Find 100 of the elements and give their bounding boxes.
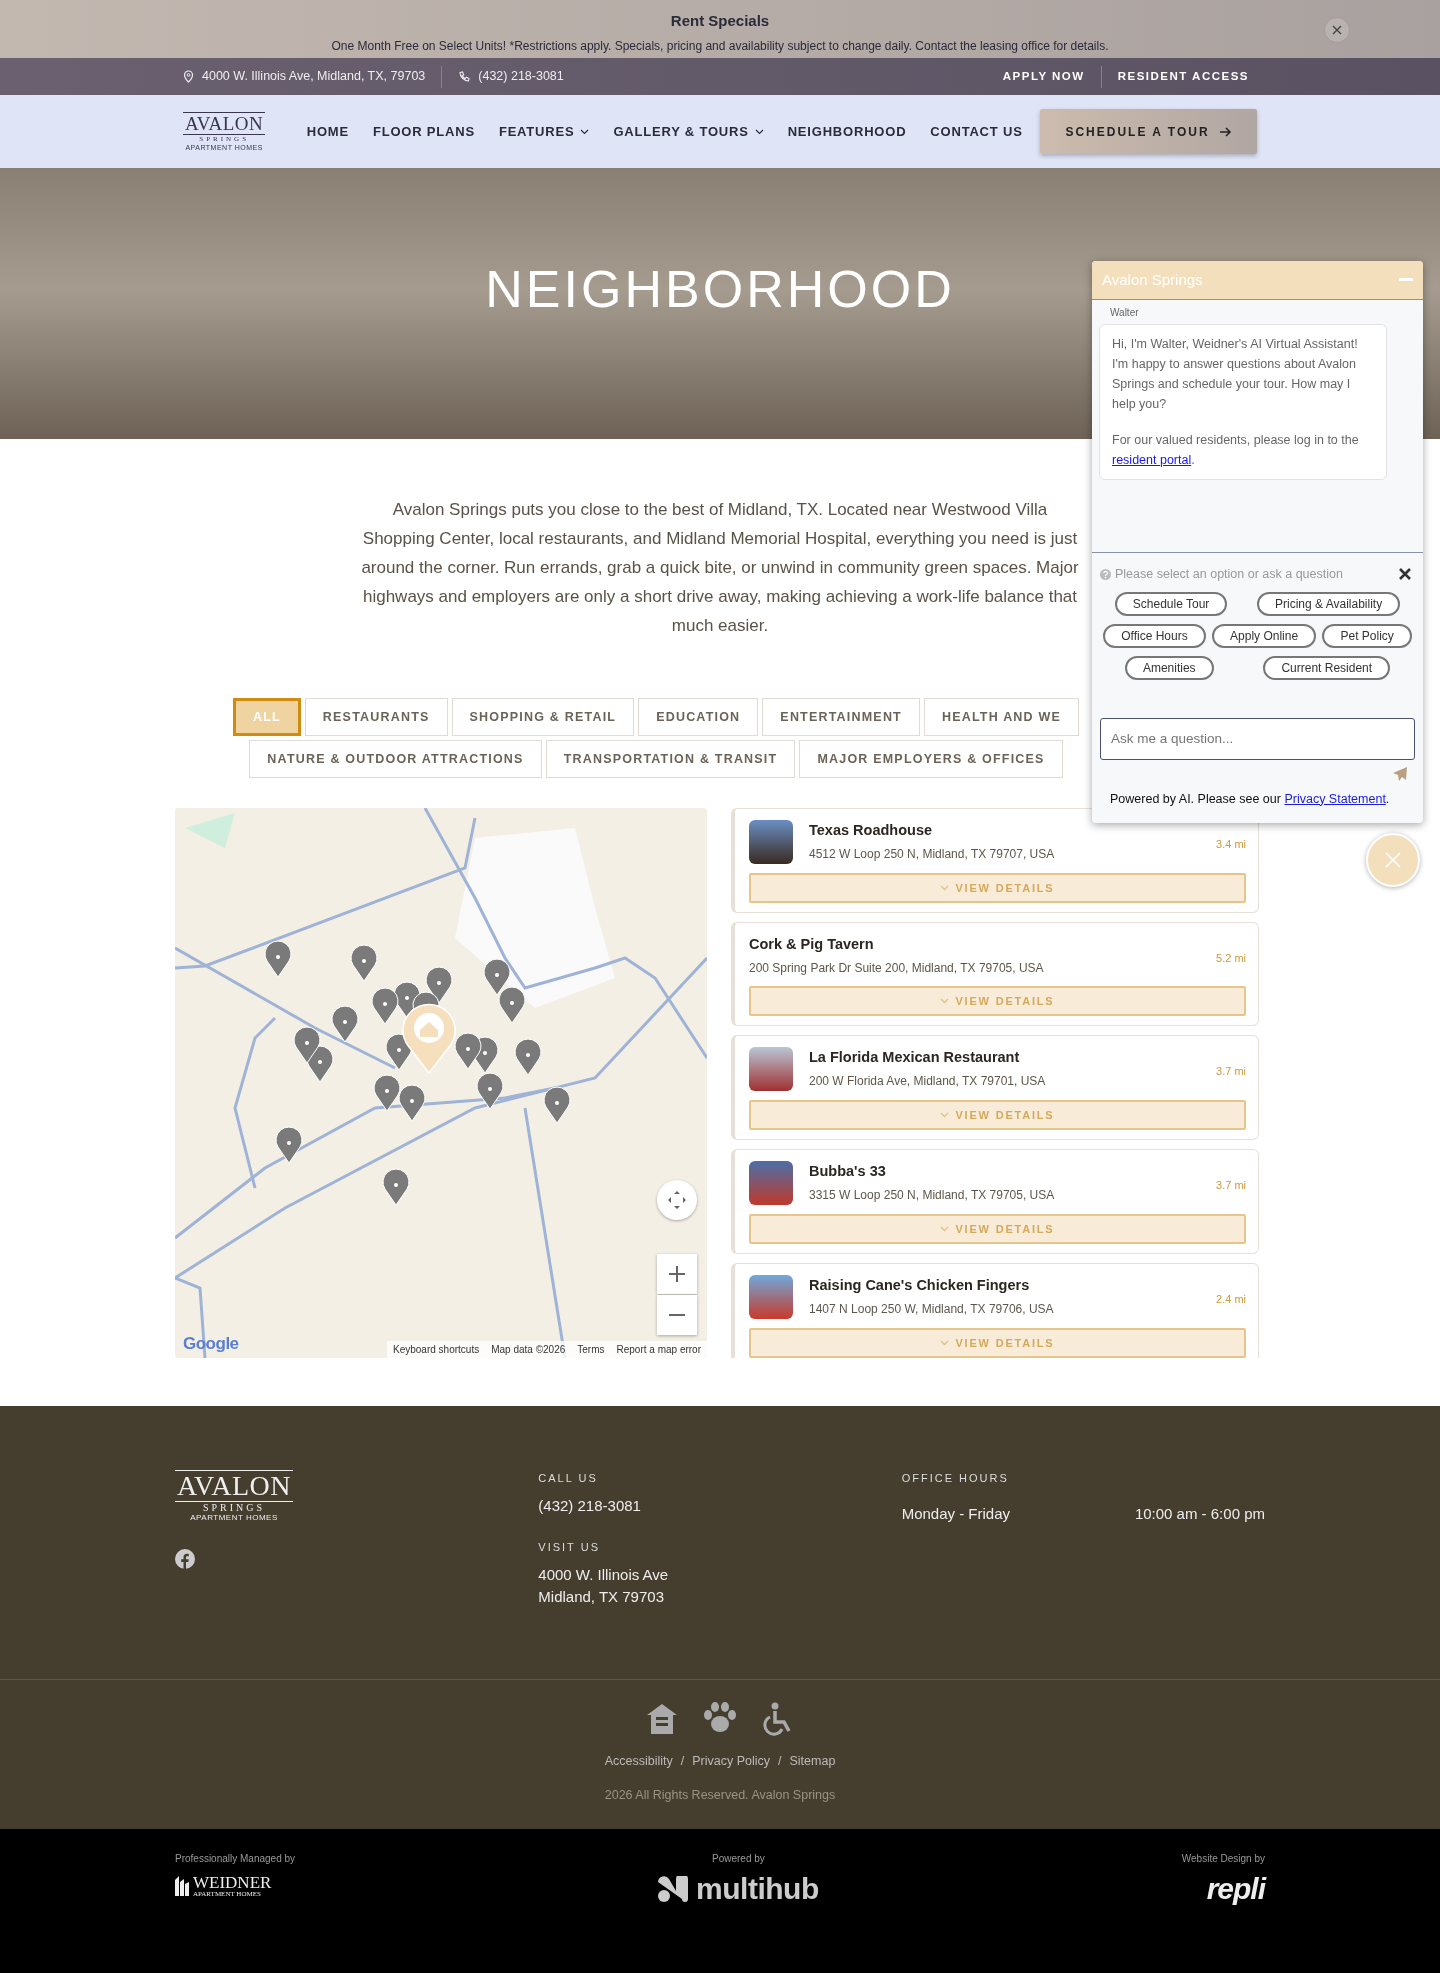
close-icon [1332,25,1342,35]
filter-tab[interactable]: TRANSPORTATION & TRANSIT [545,740,796,778]
distance-text: 5.2 mi [1216,951,1246,966]
prompt-text: Please select an option or ask a question [1115,566,1343,583]
plus-icon [669,1266,685,1282]
facebook-icon[interactable] [175,1548,195,1569]
filter-tab[interactable]: SHOPPING & RETAIL [451,698,635,736]
credit-label: Powered by [712,1852,765,1866]
place-name: Raising Cane's Chicken Fingers [809,1275,1031,1295]
map-attribution-link[interactable]: Terms [577,1342,605,1357]
location-pin-icon [183,70,194,83]
multihub-mark-icon [658,1876,689,1902]
phone-icon [458,70,471,83]
option-chip[interactable]: Pricing & Availability [1257,591,1401,616]
link-separator: / [778,1752,782,1770]
section-label: OFFICE HOURS [901,1471,1010,1486]
minimize-icon[interactable] [1399,278,1413,282]
message-text: For our valued residents, please log in to the resident portal. [1112,432,1360,469]
nav-link[interactable]: GALLERY & TOURS [613,121,764,142]
close-button[interactable] [1324,17,1350,43]
close-icon[interactable] [1399,568,1411,581]
credit-label: Professionally Managed by [175,1852,296,1866]
address-line: 4000 W. Illinois Ave [538,1564,670,1585]
map-attribution-link[interactable]: Map data ©2026 [491,1342,566,1357]
footer-link[interactable]: Privacy Policy [692,1751,770,1771]
map[interactable]: Google Keyboard shortcuts Map data ©2026 Terms Report a map error [175,808,707,1358]
credit-label: Website Design by [1181,1852,1265,1866]
map-attribution-link[interactable]: Keyboard shortcuts [393,1342,480,1357]
place-name: La Florida Mexican Restaurant [809,1047,1021,1067]
chevron-down-icon [940,885,950,891]
footer-link[interactable]: Sitemap [789,1751,836,1771]
arrow-right-icon [1219,126,1232,137]
place-address: 4512 W Loop 250 N, Midland, TX 79707, USA [809,845,1056,863]
chat-close-button[interactable] [1366,833,1420,887]
sender-name: Walter [1110,306,1140,320]
google-logo: Google [183,1332,239,1355]
distance-text: 3.7 mi [1216,1063,1246,1079]
phone-link[interactable]: (432) 218-3081 [538,1494,902,1517]
intro-paragraph: Avalon Springs puts you close to the best of Midland, TX. Located near Westwood Villa Shopping Center, local restaurants, and Midland Memorial Hospital, everything you need is just around the corner. Run errands, grab a quick bite, or unwind in community green spaces. Major highways and employers are only a short drive away, making achieving a work-life balance that much easier. [360,499,1080,637]
chat-disclaimer: Powered by AI. Please see our Privacy Statement. [1109,790,1391,808]
chevron-down-icon [754,128,764,135]
filter-tab[interactable]: RESTAURANTS [304,698,448,736]
top-link[interactable]: APPLY NOW [994,67,1093,86]
paw-icon [703,1701,737,1734]
option-chip[interactable]: Apply Online [1212,623,1317,648]
filter-tab[interactable]: MAJOR EMPLOYERS & OFFICES [799,740,1063,778]
chevron-down-icon [940,1339,950,1346]
chevron-down-icon [580,128,590,135]
logo[interactable]: AVALON SPRINGS APARTMENT HOMES [175,1470,293,1522]
chat-title: Avalon Springs [1102,269,1203,290]
section-label: CALL US [538,1471,599,1486]
nav-link[interactable]: NEIGHBORHOOD [787,121,907,142]
place-address: 200 Spring Park Dr Suite 200, Midland, TX 79705, USA [749,959,1045,977]
repli-logo[interactable]: repli [1206,1874,1265,1904]
nav-link[interactable]: HOME [306,121,349,142]
question-input[interactable]: Ask me a question... [1100,717,1415,760]
option-chip[interactable]: Office Hours [1103,623,1206,648]
multihub-logo[interactable]: multihub [658,1874,819,1904]
place-name: Cork & Pig Tavern [749,935,875,954]
send-icon[interactable] [1393,766,1407,781]
filter-tab[interactable]: HEALTH AND WE [923,698,1080,736]
filter-tab[interactable]: EDUCATION [638,698,759,736]
schedule-tour-button[interactable]: SCHEDULE A TOUR [1040,109,1257,154]
nav-link[interactable]: CONTACT US [930,121,1023,142]
nav-link[interactable]: FEATURES [498,121,590,142]
option-chip[interactable]: Schedule Tour [1114,591,1228,616]
section-label: VISIT US [538,1540,601,1555]
help-circle-icon [1100,568,1111,580]
zoom-in-button[interactable] [657,1254,697,1294]
nav-link[interactable]: FLOOR PLANS [372,121,475,142]
place-address: 1407 N Loop 250 W, Midland, TX 79706, USA [809,1300,1055,1318]
place-name: Texas Roadhouse [809,821,934,840]
close-icon [1385,852,1401,868]
address-text: 4000 W. Illinois Ave, Midland, TX, 79703 [202,68,426,86]
fullscreen-icon [666,1189,688,1211]
map-attribution-link[interactable]: Report a map error [616,1342,701,1357]
filter-tab[interactable]: ENTERTAINMENT [762,698,920,736]
option-chip[interactable]: Amenities [1124,655,1214,680]
place-address: 3315 W Loop 250 N, Midland, TX 79705, USA [809,1186,1056,1204]
place-address: 200 W Florida Ave, Midland, TX 79701, USA [809,1072,1047,1090]
top-link[interactable]: RESIDENT ACCESS [1109,67,1257,86]
promo-text: One Month Free on Select Units! *Restrictions apply. Specials, pricing and availability subject to change daily. Contact the leasing office for details. [330,38,1110,55]
footer-link[interactable]: Accessibility [604,1751,673,1771]
message-text: Hi, I'm Walter, Weidner's AI Virtual Assistant! I'm happy to answer questions about Avalon Springs and schedule your tour. How may I help you? [1112,336,1359,413]
minus-icon [669,1314,685,1316]
phone-text: (432) 218-3081 [478,68,564,86]
option-chip[interactable]: Current Resident [1263,655,1391,680]
hours-time: 10:00 am - 6:00 pm [1134,1503,1265,1524]
copyright-text: 2026 All Rights Reserved. Avalon Springs [603,1787,837,1805]
building-icon [175,1876,189,1896]
equal-housing-icon [645,1701,679,1736]
filter-tab[interactable]: NATURE & OUTDOOR ATTRACTIONS [249,740,542,778]
chevron-down-icon [940,997,950,1004]
promo-title: Rent Specials [670,12,770,29]
option-chip[interactable]: Pet Policy [1322,623,1412,648]
distance-text: 2.4 mi [1216,1291,1246,1307]
chevron-down-icon [940,1225,950,1232]
distance-text: 3.4 mi [1216,837,1246,852]
chevron-down-icon [940,1111,950,1118]
privacy-statement-link[interactable]: Privacy Statement [1284,791,1386,806]
